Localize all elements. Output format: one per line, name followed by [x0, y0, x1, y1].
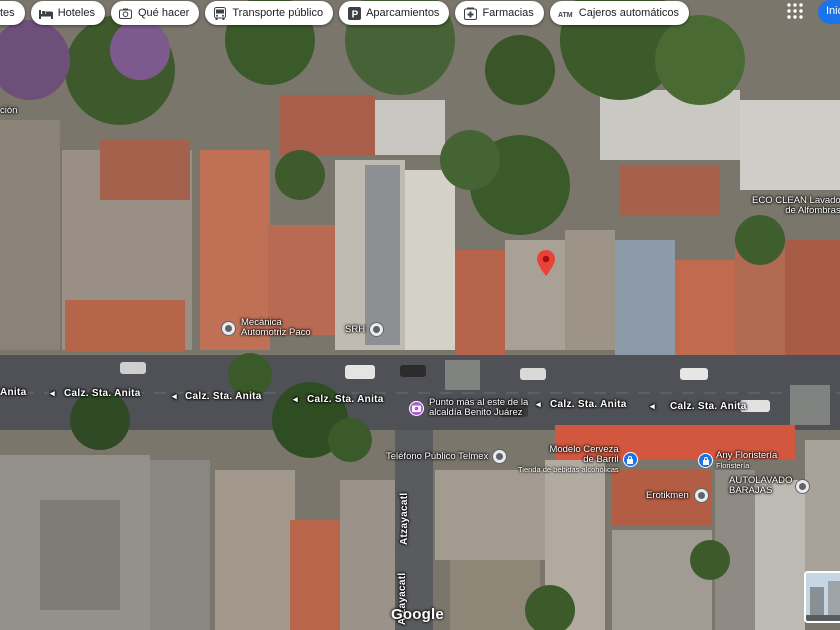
- bus-icon: [213, 6, 227, 20]
- poi-telefono-telmex[interactable]: Teléfono Público Telmex: [386, 449, 508, 464]
- svg-text:P: P: [351, 9, 358, 20]
- shopping-bag-icon: [698, 453, 713, 468]
- place-marker-icon: [795, 478, 811, 494]
- chip-cajeros-automaticos[interactable]: ATM Cajeros automáticos: [549, 1, 690, 25]
- road-label: Calz. Sta. Anita: [64, 388, 141, 399]
- satellite-map[interactable]: Anita Calz. Sta. Anita Calz. Sta. Anita …: [0, 0, 840, 630]
- poi-erotikmen[interactable]: Erotikmen: [646, 488, 709, 503]
- arrow-icon: ◂: [536, 399, 541, 409]
- place-marker-icon: [492, 449, 508, 464]
- chip-hoteles[interactable]: Hoteles: [30, 1, 105, 25]
- road-label: Calz. Sta. Anita: [550, 399, 627, 410]
- arrow-icon: ◂: [293, 394, 298, 404]
- place-marker-icon: [693, 488, 709, 503]
- satellite-imagery: [0, 0, 840, 630]
- road-label: Anita: [0, 387, 27, 398]
- chip-farmacias[interactable]: Farmacias: [455, 1, 544, 25]
- road-label: Calz. Sta. Anita: [670, 401, 747, 412]
- location-pin-icon[interactable]: [537, 250, 555, 276]
- arrow-icon: ◂: [650, 401, 655, 411]
- sign-in-button[interactable]: Inic: [818, 0, 840, 24]
- chip-aparcamientos[interactable]: P Aparcamientos: [339, 1, 450, 25]
- poi-left-edge[interactable]: ción: [0, 106, 17, 116]
- google-logo: Google: [391, 606, 444, 623]
- poi-eco-clean[interactable]: ECO CLEAN Lavado de Alfombras: [752, 196, 840, 216]
- camera-marker-icon: [409, 400, 424, 416]
- svg-text:ATM: ATM: [558, 12, 573, 18]
- chip-que-hacer[interactable]: Qué hacer: [110, 1, 200, 25]
- pharmacy-icon: [463, 6, 477, 20]
- place-marker-icon: [221, 320, 236, 336]
- poi-autolavado-barajas[interactable]: AUTOLAVADO BARAJAS: [729, 476, 811, 496]
- road-label: Atzayacatl: [399, 492, 410, 545]
- shopping-bag-icon: [622, 452, 638, 467]
- apps-grid-icon[interactable]: [786, 2, 804, 20]
- camera-icon: [119, 6, 133, 20]
- poi-modelo-cerveza[interactable]: Modelo Cerveza de Barril Tienda de bebid…: [518, 445, 638, 474]
- place-marker-icon: [369, 322, 385, 337]
- road-label: Calz. Sta. Anita: [185, 391, 262, 402]
- poi-any-floristeria[interactable]: Any Floristería Floristería: [698, 451, 777, 470]
- bed-icon: [38, 6, 53, 20]
- chip-partial[interactable]: tes: [0, 1, 25, 25]
- parking-icon: P: [347, 6, 361, 20]
- arrow-icon: ◂: [50, 388, 55, 398]
- poi-punto-mas-al-este[interactable]: Punto más al este de la alcaldía Benito …: [409, 398, 528, 418]
- street-view-thumbnail[interactable]: [804, 571, 840, 623]
- category-chips: tes Hoteles Qué hacer Transporte público…: [0, 1, 690, 25]
- atm-icon: ATM: [558, 6, 574, 20]
- poi-srh[interactable]: SRH: [345, 322, 385, 337]
- chip-transporte-publico[interactable]: Transporte público: [205, 1, 334, 25]
- road-label: Calz. Sta. Anita: [307, 394, 384, 405]
- arrow-icon: ◂: [172, 391, 177, 401]
- poi-mecanica[interactable]: Mecánica Automotriz Paco: [221, 318, 311, 338]
